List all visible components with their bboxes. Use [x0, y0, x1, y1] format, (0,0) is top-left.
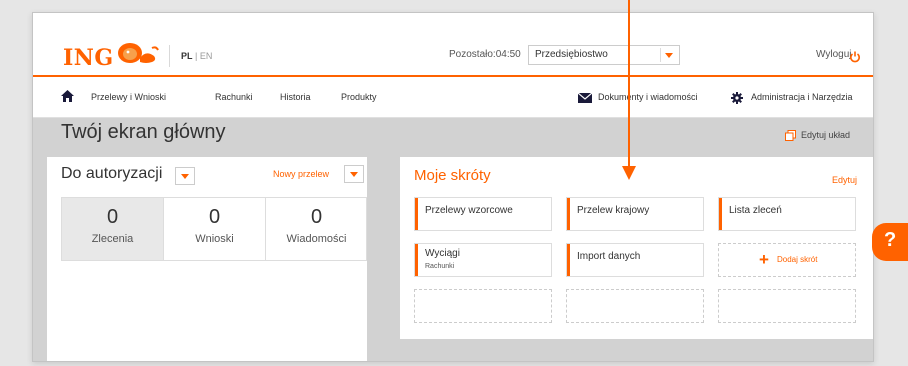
authorization-stats: 0 Zlecenia 0 Wnioski 0 Wiadomości [61, 197, 367, 261]
tile-accent [567, 244, 570, 276]
pointer-arrow-line [628, 0, 630, 168]
nav-products[interactable]: Produkty [341, 92, 377, 102]
nav-accounts[interactable]: Rachunki [215, 92, 253, 102]
shortcut-subtitle: Rachunki [425, 263, 455, 270]
session-timer: Pozostało:04:50 [449, 49, 521, 60]
chevron-down-icon[interactable] [660, 48, 675, 62]
authorization-panel: Do autoryzacji Nowy przelew 0 Zlecenia 0… [47, 157, 367, 361]
empty-shortcut-slot[interactable] [414, 289, 552, 323]
authorization-title: Do autoryzacji [61, 165, 163, 182]
empty-shortcut-slot[interactable] [718, 289, 856, 323]
ing-logo: ING [63, 45, 114, 71]
company-select-value: Przedsiębiostwo [535, 49, 608, 60]
stat-orders-label: Zlecenia [91, 233, 134, 245]
home-icon[interactable] [61, 90, 74, 102]
lion-logo-icon [118, 43, 159, 63]
nav-documents[interactable]: Dokumenty i wiadomości [598, 92, 698, 102]
shortcuts-title: Moje skróty [414, 167, 491, 184]
layout-icon[interactable] [785, 130, 796, 141]
logout-link[interactable]: Wyloguj [816, 49, 851, 60]
shortcuts-edit-link[interactable]: Edytuj [832, 175, 857, 185]
stat-requests[interactable]: 0 Wnioski [164, 198, 265, 260]
shortcut-tile[interactable]: Import danych [566, 243, 704, 277]
help-button[interactable]: ? [872, 223, 908, 261]
shortcut-tile[interactable]: Przelew krajowy [566, 197, 704, 231]
lang-separator: | [192, 51, 200, 61]
top-bar: ING PL | EN Pozostało:04:50 Przedsiębios… [33, 13, 873, 75]
stat-requests-label: Wnioski [195, 233, 234, 245]
language-switcher: PL | EN [181, 51, 212, 61]
edit-layout-link[interactable]: Edytuj układ [801, 130, 850, 140]
lang-en[interactable]: EN [200, 51, 213, 61]
new-transfer-dropdown[interactable] [344, 165, 364, 183]
add-shortcut-button[interactable]: + Dodaj skrót [718, 243, 856, 277]
page-title: Twój ekran główny [61, 121, 226, 143]
shortcut-tile[interactable]: Lista zleceń [718, 197, 856, 231]
plus-icon: + [759, 250, 769, 269]
stat-messages-label: Wiadomości [286, 233, 347, 245]
shortcut-title: Przelew krajowy [577, 205, 650, 216]
shortcuts-panel: Moje skróty Edytuj Przelewy wzorcowe Prz… [400, 157, 873, 339]
nav-admin[interactable]: Administracja i Narzędzia [751, 92, 853, 102]
gear-icon[interactable] [731, 92, 743, 104]
main-nav: Przelewy i Wnioski Rachunki Historia Pro… [33, 77, 873, 118]
shortcut-title: Przelewy wzorcowe [425, 205, 513, 216]
power-icon[interactable] [849, 51, 861, 63]
stat-requests-value: 0 [208, 206, 221, 228]
tile-accent [415, 244, 418, 276]
envelope-icon[interactable] [578, 93, 592, 103]
new-transfer-link[interactable]: Nowy przelew [273, 169, 329, 179]
help-label: ? [884, 229, 897, 251]
company-select[interactable]: Przedsiębiostwo [528, 45, 680, 65]
empty-shortcut-slot[interactable] [566, 289, 704, 323]
header-divider [169, 45, 170, 67]
tile-accent [719, 198, 722, 230]
stat-messages-value: 0 [310, 206, 323, 228]
stat-messages[interactable]: 0 Wiadomości [266, 198, 367, 260]
app-window: ING PL | EN Pozostało:04:50 Przedsiębios… [32, 12, 874, 362]
stat-orders[interactable]: 0 Zlecenia [62, 198, 163, 260]
shortcut-title: Import danych [577, 251, 641, 262]
pointer-arrow-icon [622, 166, 636, 180]
stat-orders-value: 0 [106, 206, 119, 228]
shortcut-title: Lista zleceń [729, 205, 782, 216]
tile-accent [567, 198, 570, 230]
lang-pl[interactable]: PL [181, 51, 193, 61]
shortcut-tile[interactable]: Wyciągi Rachunki [414, 243, 552, 277]
nav-history[interactable]: Historia [280, 92, 311, 102]
nav-transfers[interactable]: Przelewy i Wnioski [91, 92, 166, 102]
tile-accent [415, 198, 418, 230]
authorization-dropdown[interactable] [175, 167, 195, 185]
shortcut-tile[interactable]: Przelewy wzorcowe [414, 197, 552, 231]
add-shortcut-label: Dodaj skrót [777, 255, 818, 264]
shortcut-title: Wyciągi [425, 248, 460, 259]
